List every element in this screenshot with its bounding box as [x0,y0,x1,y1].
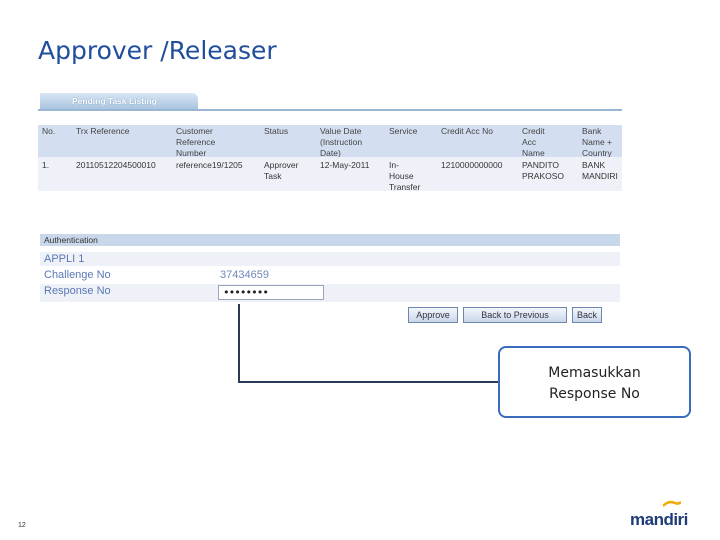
connector-line-vertical [238,304,240,382]
cell-credit-acc-no: 1210000000000 [441,160,503,170]
response-no-input[interactable]: •••••••• [218,285,324,300]
header-credit-acc-name: Credit Acc Name [522,126,545,158]
appli-label: APPLI 1 [44,253,85,265]
table-row[interactable]: 1. 20110512204500010 reference19/1205 Ap… [38,157,622,192]
cell-status: Approver Task [264,160,299,181]
challenge-value: 37434659 [220,269,269,281]
slide-title: Approver /Releaser [38,36,277,65]
cell-trx-reference: 20110512204500010 [76,160,156,170]
header-bank-name: Bank Name + Country [582,126,612,158]
callout-line-1: Memasukkan [548,365,641,381]
header-trx-reference: Trx Reference [76,126,130,136]
back-button[interactable]: Back [572,307,602,323]
header-customer-reference: Customer Reference Number [176,126,216,158]
tab-strip: Pending Task Listing [38,93,622,111]
cell-customer-reference: reference19/1205 [176,160,243,170]
auth-header: Authentication [40,234,620,246]
page-number: 12 [18,522,26,529]
back-to-previous-button[interactable]: Back to Previous [463,307,567,323]
auth-row-response: Response No [40,284,620,302]
header-status: Status [264,126,289,136]
mandiri-logo: mandiri [630,510,688,529]
task-table-header: No. Trx Reference Customer Reference Numbe… [38,125,622,158]
callout-box: Memasukkan Response No [498,346,691,418]
callout-line-2: Response No [549,386,640,402]
auth-row-challenge: Challenge No 37434659 [40,268,620,282]
connector-line-horizontal [238,381,498,383]
approve-button[interactable]: Approve [408,307,458,323]
cell-no: 1. [42,160,50,170]
header-credit-acc-no: Credit Acc No [441,126,493,136]
mandiri-wave-icon [663,500,681,507]
cell-credit-acc-name: PANDITO PRAKOSO [522,160,565,181]
header-no: No. [42,126,56,136]
tab-pending-task-listing[interactable]: Pending Task Listing [40,93,198,109]
challenge-label: Challenge No [44,269,111,281]
header-value-date: Value Date (Instruction Date) [320,126,363,158]
auth-row-appli: APPLI 1 [40,252,620,266]
response-label: Response No [44,285,111,297]
header-service: Service [389,126,418,136]
cell-bank-name: BANK MANDIRI [582,160,618,181]
cell-value-date: 12-May-2011 [320,160,370,170]
cell-service: In- House Transfer [389,160,421,192]
